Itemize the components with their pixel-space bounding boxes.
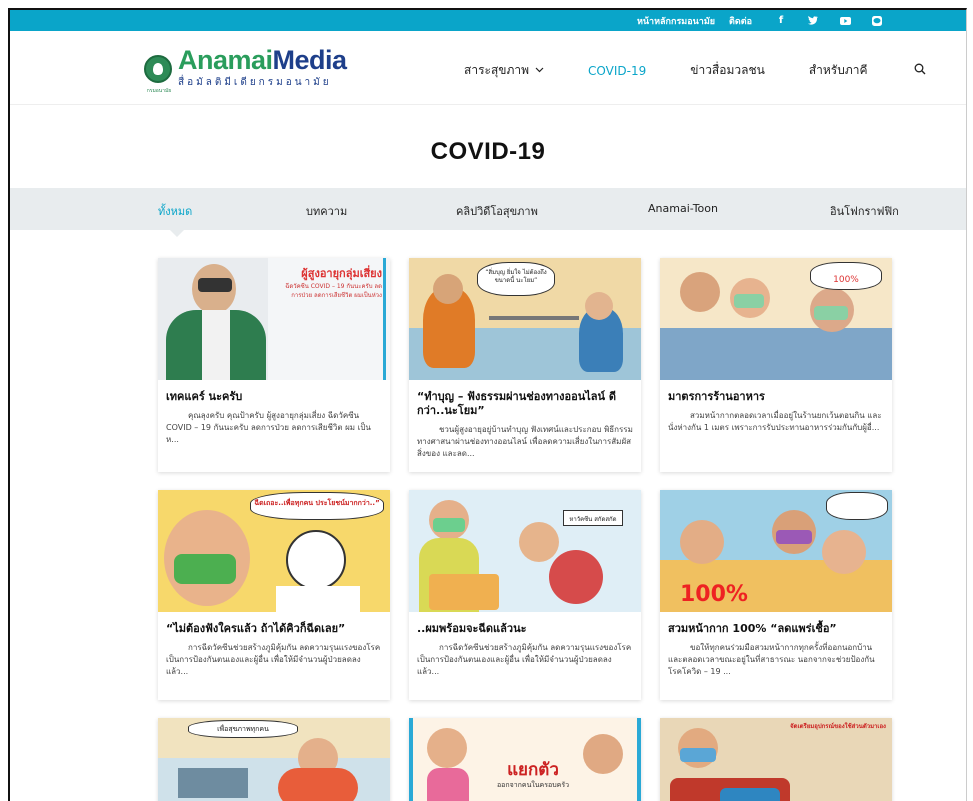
card-title[interactable]: “ทำบุญ – ฟังธรรมผ่านช่องทางออนไลน์ ดีกว่… (409, 380, 641, 422)
article-card[interactable]: 100% มาตรการร้านอาหาร สวมหน้ากากตลอดเวลา… (660, 258, 892, 472)
nav-item-label: สำหรับภาคี (808, 63, 868, 77)
card-title[interactable]: เทคแคร์ นะครับ (158, 380, 390, 408)
card-thumbnail[interactable]: 100% (660, 258, 892, 380)
thumbnail-speech-bubble: 100% (810, 262, 882, 290)
nav-item-health-content[interactable]: สาระสุขภาพ (464, 61, 544, 80)
article-card[interactable]: ฉีดเถอะ..เพื่อทุกคน ประโยชน์มากกว่า..” “… (158, 490, 390, 700)
nav-item-label: COVID-19 (588, 63, 647, 78)
card-thumbnail[interactable]: 100% (660, 490, 892, 612)
category-tabbar: ทั้งหมด บทความ คลิปวิดีโอสุขภาพ Anamai-T… (10, 188, 966, 230)
article-card[interactable]: ผู้สูงอายุกลุ่มเสี่ยง ฉีดวัคซีน COVID – … (158, 258, 390, 472)
facebook-icon[interactable]: f (774, 14, 788, 28)
card-thumbnail[interactable]: เพื่อสุขภาพทุกคน (158, 718, 390, 801)
main-nav: สาระสุขภาพ COVID-19 ข่าวสื่อมวลชน สำหรับ… (464, 61, 926, 80)
card-excerpt: สวมหน้ากากตลอดเวลาเมื่ออยู่ในร้านยกเว้นต… (668, 411, 882, 432)
thumbnail-sign: หาวัคซีน สกัดสกัด (563, 510, 623, 526)
thumbnail-speech-bubble: เพื่อสุขภาพทุกคน (188, 720, 298, 738)
nav-item-press-news[interactable]: ข่าวสื่อมวลชน (690, 61, 765, 80)
search-icon[interactable] (914, 63, 926, 79)
youtube-icon[interactable] (838, 14, 852, 28)
tab-infographic[interactable]: อินโฟกราฟฟิก (830, 202, 899, 220)
card-thumbnail[interactable]: ฉีดเถอะ..เพื่อทุกคน ประโยชน์มากกว่า..” (158, 490, 390, 612)
tab-anamai-toon[interactable]: Anamai-Toon (648, 202, 718, 215)
thumbnail-speech-bubble: “สิ่มบุญ ยิ่มใจ ไม่ต้องถึงขนาดนี้ นะโยม” (477, 262, 555, 296)
article-card[interactable]: แยกตัว ออกจากคนในครอบครัว (409, 718, 641, 801)
article-card[interactable]: หาวัคซีน สกัดสกัด ..ผมพร้อมจะฉีดแล้วนะ ก… (409, 490, 641, 700)
card-thumbnail[interactable]: ผู้สูงอายุกลุ่มเสี่ยง ฉีดวัคซีน COVID – … (158, 258, 390, 380)
emblem-caption: กรมอนามัย (146, 87, 172, 94)
article-card[interactable]: เพื่อสุขภาพทุกคน (158, 718, 390, 801)
thumbnail-subtext: ออกจากคนในครอบครัว (496, 781, 570, 789)
brand-name: AnamaiMedia (178, 45, 348, 75)
thumbnail-headline: ผู้สูงอายุกลุ่มเสี่ยง (301, 267, 382, 280)
card-title[interactable]: “ไม่ต้องฟังใครแล้ว ถ้าได้คิวก็ฉีดเลย” (158, 612, 390, 640)
article-card[interactable]: “สิ่มบุญ ยิ่มใจ ไม่ต้องถึงขนาดนี้ นะโยม”… (409, 258, 641, 472)
card-excerpt: คุณลุงครับ คุณป้าครับ ผู้สูงอายุกลุ่มเสี… (166, 411, 371, 444)
card-excerpt: ชวนผู้สูงอายุอยู่บ้านทำบุญ ฟังเทศน์และปร… (417, 425, 633, 458)
tab-all[interactable]: ทั้งหมด (158, 202, 192, 220)
card-excerpt: การฉีดวัคซีนช่วยสร้างภูมิคุ้มกัน ลดความร… (166, 643, 381, 676)
nav-item-label: สาระสุขภาพ (464, 63, 530, 77)
chevron-down-icon (535, 66, 544, 76)
card-title[interactable]: ..ผมพร้อมจะฉีดแล้วนะ (409, 612, 641, 640)
thumbnail-big-text: 100% (680, 582, 748, 607)
social-links: f (774, 14, 884, 28)
brand-tagline: สื่อมัลติมีเดียกรมอนามัย (178, 77, 332, 88)
card-excerpt: การฉีดวัคซีนช่วยสร้างภูมิคุ้มกัน ลดความร… (417, 643, 632, 676)
nav-item-label: ข่าวสื่อมวลชน (690, 63, 765, 77)
top-utility-bar: หน้าหลักกรมอนามัย ติดต่อ f (10, 10, 966, 31)
thumbnail-speech-bubble: ฉีดเถอะ..เพื่อทุกคน ประโยชน์มากกว่า..” (250, 492, 384, 520)
tab-articles[interactable]: บทความ (306, 202, 347, 220)
card-thumbnail[interactable]: จัดเตรียมอุปกรณ์ของใช้ส่วนตัวมาเอง (660, 718, 892, 801)
line-icon[interactable] (870, 14, 884, 28)
nav-item-partners[interactable]: สำหรับภาคี (809, 61, 868, 80)
thumbnail-headline: แยกตัว (507, 760, 559, 780)
card-thumbnail[interactable]: แยกตัว ออกจากคนในครอบครัว (413, 718, 637, 801)
twitter-icon[interactable] (806, 14, 820, 28)
home-link[interactable]: หน้าหลักกรมอนามัย (637, 14, 715, 28)
page-title: COVID-19 (430, 138, 546, 165)
nav-item-covid19[interactable]: COVID-19 (588, 64, 646, 78)
contact-link[interactable]: ติดต่อ (729, 14, 752, 28)
article-card[interactable]: 100% สวมหน้ากาก 100% “ลดแพร่เชื้อ” ขอให้… (660, 490, 892, 700)
thumbnail-headline: จัดเตรียมอุปกรณ์ของใช้ส่วนตัวมาเอง (790, 723, 886, 730)
browser-viewport: หน้าหลักกรมอนามัย ติดต่อ f กรมอนามัย Ana… (8, 8, 967, 801)
department-emblem-icon (144, 54, 172, 83)
site-header: กรมอนามัย AnamaiMedia สื่อมัลติมีเดียกรม… (10, 31, 966, 105)
card-title[interactable]: มาตรการร้านอาหาร (660, 380, 892, 408)
article-card[interactable]: จัดเตรียมอุปกรณ์ของใช้ส่วนตัวมาเอง (660, 718, 892, 801)
logo-text: AnamaiMedia สื่อมัลติมีเดียกรมอนามัย (178, 47, 347, 90)
card-excerpt: ขอให้ทุกคนร่วมมือสวมหน้ากากทุกครั้งที่ออ… (668, 643, 875, 676)
card-title[interactable]: สวมหน้ากาก 100% “ลดแพร่เชื้อ” (660, 612, 892, 640)
thumbnail-subtext: ฉีดวัคซีน COVID – 19 กันนะครับ ลดการป่วย… (285, 283, 382, 299)
brand-name-part-b: Media (272, 45, 348, 75)
card-thumbnail[interactable]: หาวัคซีน สกัดสกัด (409, 490, 641, 612)
brand-name-part-a: Anamai (178, 45, 273, 75)
tab-health-videos[interactable]: คลิปวิดีโอสุขภาพ (456, 202, 538, 220)
card-thumbnail[interactable]: “สิ่มบุญ ยิ่มใจ ไม่ต้องถึงขนาดนี้ นะโยม” (409, 258, 641, 380)
site-logo[interactable]: กรมอนามัย AnamaiMedia สื่อมัลติมีเดียกรม… (144, 47, 347, 94)
top-links: หน้าหลักกรมอนามัย ติดต่อ f (637, 10, 884, 31)
active-tab-indicator (170, 230, 184, 237)
